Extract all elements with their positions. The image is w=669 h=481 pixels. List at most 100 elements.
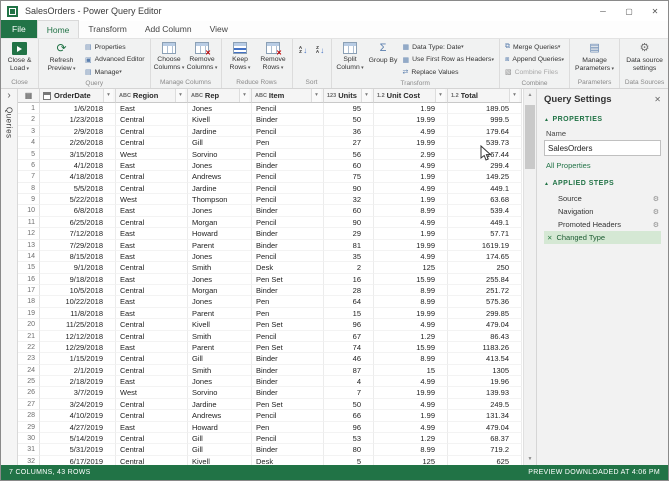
grid-cell[interactable]: 125: [374, 455, 448, 465]
grid-cell[interactable]: 131.34: [448, 410, 522, 422]
grid-cell[interactable]: 1619.19: [448, 239, 522, 251]
minimize-button[interactable]: ─: [590, 1, 616, 21]
grid-cell[interactable]: Pen Set: [252, 319, 324, 331]
applied-steps-section-header[interactable]: ▲ APPLIED STEPS: [544, 180, 661, 187]
grid-cell[interactable]: Jones: [188, 103, 252, 115]
grid-cell[interactable]: 1.99: [374, 103, 448, 115]
grid-cell[interactable]: Central: [116, 432, 188, 445]
grid-cell[interactable]: 10/22/2018: [40, 296, 116, 308]
grid-cell[interactable]: 539.73: [448, 137, 522, 149]
grid-cell[interactable]: Jones: [188, 205, 252, 217]
grid-cell[interactable]: West: [116, 387, 188, 399]
scroll-up-arrow[interactable]: ▲: [524, 89, 536, 101]
grid-cell[interactable]: Central: [116, 114, 188, 126]
grid-cell[interactable]: Central: [116, 171, 188, 183]
grid-cell[interactable]: 19.99: [374, 387, 448, 399]
grid-cell[interactable]: 16: [324, 273, 374, 285]
grid-cell[interactable]: Pencil: [252, 171, 324, 183]
grid-cell[interactable]: 90: [324, 182, 374, 194]
date-type-icon[interactable]: [43, 91, 51, 100]
grid-cell[interactable]: Pencil: [252, 103, 324, 115]
applied-step-navigation[interactable]: Navigation ⚙: [544, 205, 661, 218]
grid-cell[interactable]: 4.99: [374, 216, 448, 229]
grid-cell[interactable]: 4.99: [374, 398, 448, 411]
grid-cell[interactable]: 479.04: [448, 319, 522, 331]
grid-cell[interactable]: 449.1: [448, 216, 522, 229]
data-type-button[interactable]: ▦ Data Type: Date: [400, 41, 497, 54]
row-number[interactable]: 12: [18, 228, 40, 240]
grid-cell[interactable]: 9/18/2018: [40, 273, 116, 285]
grid-cell[interactable]: 28: [324, 285, 374, 297]
grid-cell[interactable]: 5/22/2018: [40, 194, 116, 206]
grid-cell[interactable]: 5/31/2019: [40, 444, 116, 456]
grid-cell[interactable]: Central: [116, 319, 188, 331]
grid-cell[interactable]: 2/18/2019: [40, 376, 116, 388]
grid-cell[interactable]: Smith: [188, 364, 252, 376]
column-header-region[interactable]: ABC Region ▾: [116, 89, 188, 103]
row-number[interactable]: 7: [18, 171, 40, 183]
advanced-editor-button[interactable]: ▣ Advanced Editor: [82, 54, 148, 67]
grid-cell[interactable]: West: [116, 194, 188, 206]
grid-cell[interactable]: Jones: [188, 159, 252, 172]
grid-cell[interactable]: 36: [324, 125, 374, 138]
tab-transform[interactable]: Transform: [79, 20, 135, 38]
grid-cell[interactable]: Binder: [252, 353, 324, 365]
grid-cell[interactable]: 1183.26: [448, 341, 522, 354]
grid-cell[interactable]: 4.99: [374, 125, 448, 138]
row-number[interactable]: 11: [18, 216, 40, 229]
grid-cell[interactable]: 8.99: [374, 353, 448, 365]
grid-cell[interactable]: 2.99: [374, 148, 448, 160]
applied-step-changed-type[interactable]: ✕ Changed Type: [544, 231, 661, 244]
grid-cell[interactable]: Jardine: [188, 125, 252, 138]
grid-cell[interactable]: 35: [324, 250, 374, 263]
grid-cell[interactable]: 1.99: [374, 194, 448, 206]
grid-cell[interactable]: 19.99: [374, 307, 448, 320]
grid-cell[interactable]: East: [116, 239, 188, 251]
grid-cell[interactable]: Binder: [252, 239, 324, 251]
grid-cell[interactable]: 4.99: [374, 319, 448, 331]
grid-cell[interactable]: Jardine: [188, 398, 252, 411]
grid-cell[interactable]: Pencil: [252, 216, 324, 229]
grid-cell[interactable]: Pencil: [252, 330, 324, 342]
grid-cell[interactable]: 4/10/2019: [40, 410, 116, 422]
remove-columns-button[interactable]: Remove Columns: [186, 40, 219, 78]
grid-cell[interactable]: 12/29/2018: [40, 341, 116, 354]
grid-cell[interactable]: East: [116, 205, 188, 217]
grid-cell[interactable]: 1.29: [374, 330, 448, 342]
grid-cell[interactable]: 3/7/2019: [40, 387, 116, 399]
grid-cell[interactable]: 8.99: [374, 285, 448, 297]
grid-cell[interactable]: Pencil: [252, 182, 324, 194]
table-menu-button[interactable]: ▦: [18, 89, 40, 103]
step-settings-gear-icon[interactable]: ⚙: [653, 195, 659, 203]
grid-cell[interactable]: 189.05: [448, 103, 522, 115]
grid-cell[interactable]: 11/25/2018: [40, 319, 116, 331]
filter-dropdown-icon[interactable]: ▾: [361, 89, 371, 102]
grid-cell[interactable]: 19.99: [374, 114, 448, 126]
grid-cell[interactable]: Howard: [188, 421, 252, 433]
filter-dropdown-icon[interactable]: ▾: [175, 89, 185, 102]
grid-cell[interactable]: Jones: [188, 296, 252, 308]
grid-cell[interactable]: 15: [324, 307, 374, 320]
grid-cell[interactable]: 96: [324, 421, 374, 433]
grid-cell[interactable]: Andrews: [188, 171, 252, 183]
grid-cell[interactable]: Pen: [252, 137, 324, 149]
grid-cell[interactable]: Central: [116, 444, 188, 456]
grid-cell[interactable]: 64: [324, 296, 374, 308]
grid-cell[interactable]: Central: [116, 398, 188, 411]
grid-cell[interactable]: 6/17/2019: [40, 455, 116, 465]
grid-cell[interactable]: Central: [116, 182, 188, 194]
grid-cell[interactable]: 6/25/2018: [40, 216, 116, 229]
grid-cell[interactable]: Jones: [188, 376, 252, 388]
expand-queries-chevron-icon[interactable]: ›: [7, 89, 10, 103]
grid-cell[interactable]: Central: [116, 455, 188, 465]
grid-cell[interactable]: 56: [324, 148, 374, 160]
grid-cell[interactable]: Gill: [188, 137, 252, 149]
grid-cell[interactable]: Pencil: [252, 410, 324, 422]
grid-cell[interactable]: 7: [324, 387, 374, 399]
close-and-load-button[interactable]: Close & Load: [3, 40, 36, 78]
grid-cell[interactable]: Central: [116, 125, 188, 138]
grid-cell[interactable]: Jardine: [188, 182, 252, 194]
scroll-down-arrow[interactable]: ▼: [524, 453, 536, 465]
split-column-button[interactable]: Split Column: [334, 40, 367, 79]
grid-cell[interactable]: West: [116, 148, 188, 160]
